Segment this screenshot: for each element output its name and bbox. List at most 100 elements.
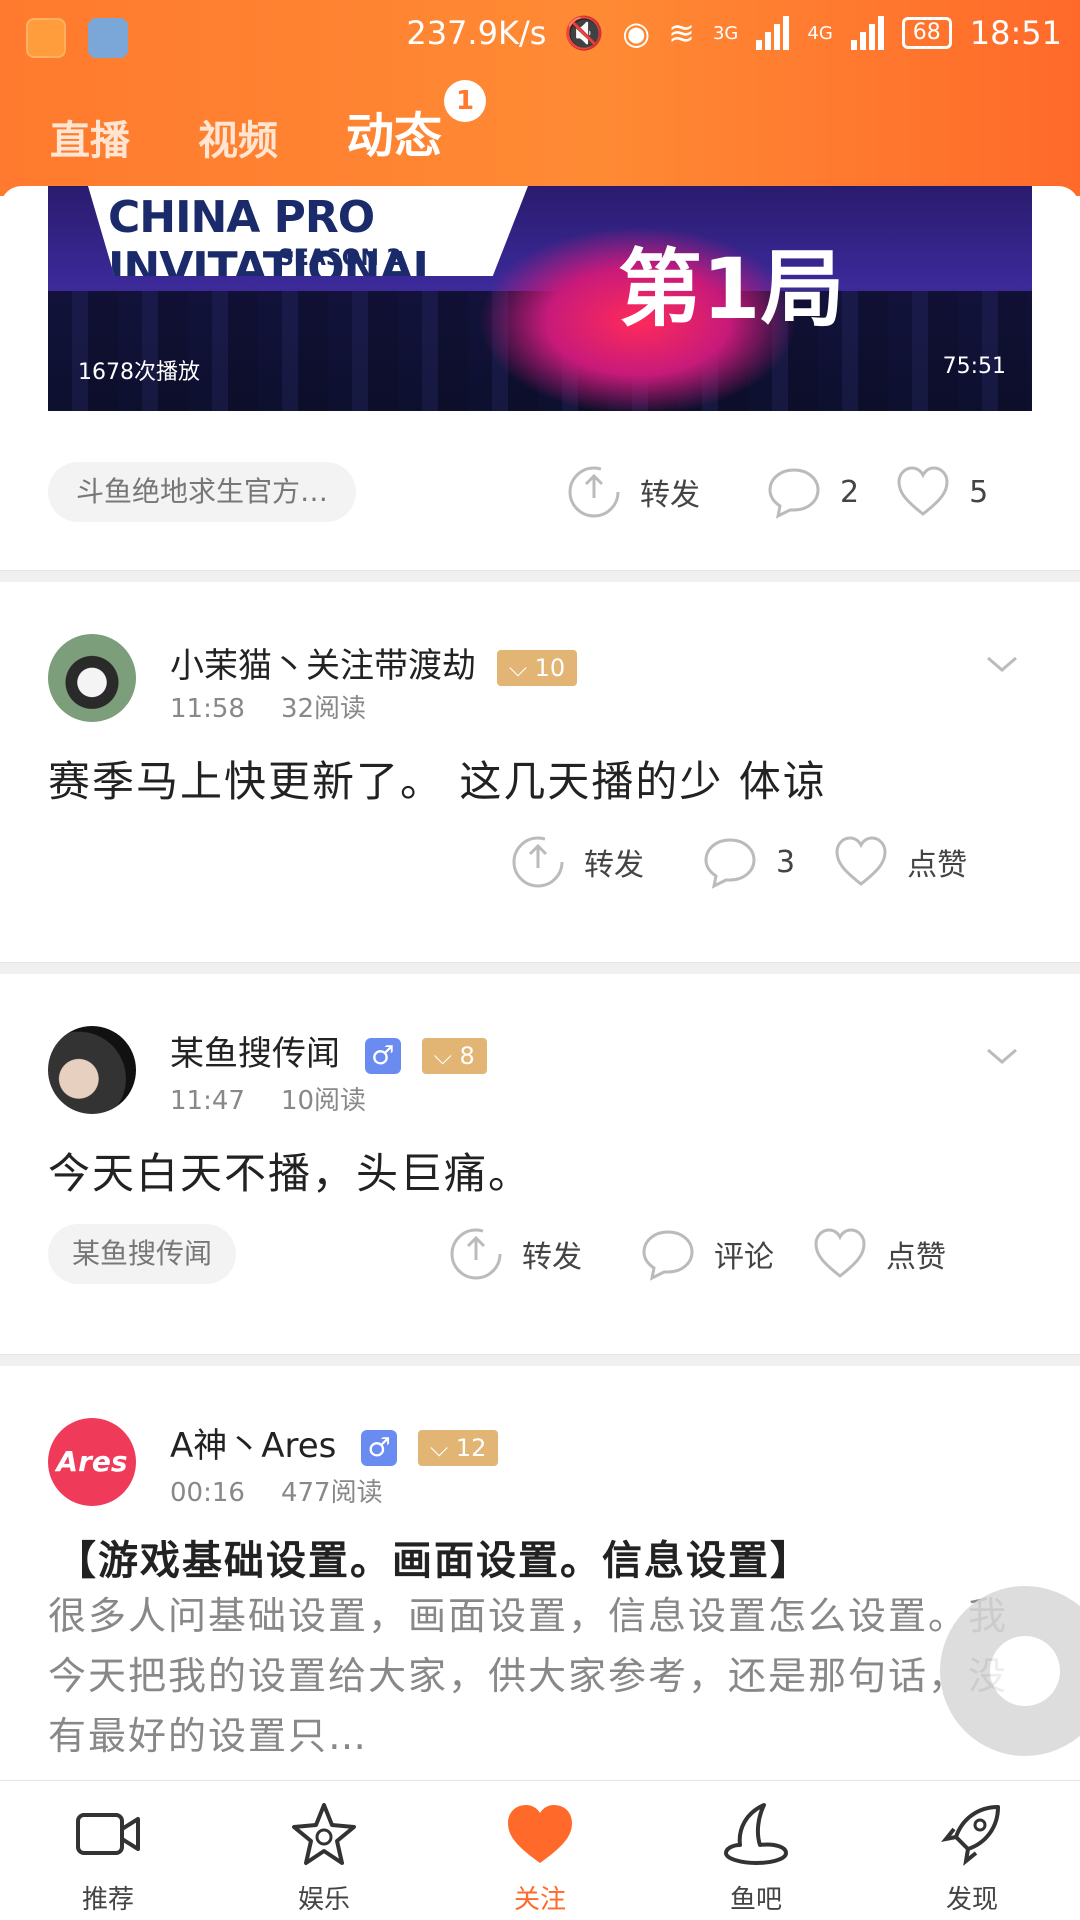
video-thumbnail[interactable]: CHINA PRO INVITATIONAL SEASON 2 第1局 1678…	[48, 186, 1032, 411]
share-icon	[450, 1228, 502, 1280]
nav-label: 发现	[945, 1885, 998, 1915]
comment-icon	[642, 1230, 694, 1281]
post-reads: 10阅读	[280, 1086, 367, 1116]
status-bar: 237.9K/s 🔇 ◉ ≋ 3G 4G 68 18:51	[0, 0, 1080, 76]
level-value: 8	[459, 1041, 475, 1070]
repost-label: 转发	[522, 1240, 582, 1275]
nav-recommend[interactable]: 推荐	[0, 1781, 216, 1920]
health-app-icon	[88, 18, 128, 58]
nav-follow[interactable]: 关注	[432, 1781, 648, 1920]
avatar[interactable]	[48, 634, 136, 722]
post-reads: 32阅读	[280, 694, 367, 724]
level-value: 12	[455, 1433, 487, 1462]
tab-live[interactable]: 直播	[50, 108, 130, 166]
comment-button[interactable]: 3	[702, 834, 795, 890]
nav-fishbar[interactable]: 鱼吧	[648, 1781, 864, 1920]
post-reads: 477阅读	[280, 1478, 383, 1508]
like-button[interactable]: 5	[895, 464, 988, 520]
comment-button[interactable]: 2	[766, 464, 859, 520]
comment-icon	[768, 468, 820, 519]
author-name: A神丶Ares	[170, 1426, 337, 1466]
signal-icon	[756, 16, 790, 50]
nav-label: 鱼吧	[729, 1885, 782, 1915]
source-tag[interactable]: 某鱼搜传闻	[48, 1224, 237, 1284]
share-icon	[512, 836, 564, 888]
feed-post: 小茉猫丶关注带渡劫 ⌵ 10 11:58 32阅读 赛季马上快更新了。 这几天播的…	[0, 582, 1080, 962]
source-tag[interactable]: 斗鱼绝地求生官方…	[48, 462, 357, 522]
wifi-icon: ≋	[668, 14, 695, 52]
header: 237.9K/s 🔇 ◉ ≋ 3G 4G 68 18:51 直播 视频 动态 1	[0, 0, 1080, 196]
feed-post: Ares A神丶Ares ♂ ⌵ 12 00:16 477阅读 【游戏基础设置。画…	[0, 1366, 1080, 1780]
author-name: 小茉猫丶关注带渡劫	[170, 646, 476, 686]
post-author[interactable]: A神丶Ares ♂ ⌵ 12	[170, 1418, 499, 1467]
like-count: 5	[969, 474, 989, 510]
share-icon	[568, 466, 620, 518]
like-button[interactable]: 点赞	[812, 1226, 946, 1282]
like-button[interactable]: 点赞	[833, 834, 967, 890]
signal-icon-2	[850, 16, 884, 50]
event-logo: CHINA PRO INVITATIONAL SEASON 2	[88, 186, 528, 276]
heart-outline-icon	[835, 836, 887, 886]
post-author[interactable]: 某鱼搜传闻 ♂ ⌵ 8	[170, 1026, 487, 1075]
post-meta: 00:16 477阅读	[170, 1472, 383, 1509]
repost-label: 转发	[584, 848, 644, 883]
nav-entertainment[interactable]: 娱乐	[216, 1781, 432, 1920]
avatar[interactable]: Ares	[48, 1418, 136, 1506]
notification-badge: 1	[444, 80, 487, 122]
bottom-navigation: 推荐 娱乐 关注 鱼吧 发现	[0, 1780, 1080, 1920]
comment-icon	[704, 838, 756, 889]
post-excerpt[interactable]: 很多人问基础设置，画面设置，信息设置怎么设置。我今天把我的设置给大家，供大家参考…	[48, 1586, 1008, 1766]
repost-button[interactable]: 转发	[566, 464, 700, 520]
post-title[interactable]: 【游戏基础设置。画面设置。信息设置】	[56, 1528, 812, 1586]
chevron-down-icon[interactable]	[982, 644, 1022, 684]
feed-post: 某鱼搜传闻 ♂ ⌵ 8 11:47 10阅读 今天白天不播，头巨痛。 某鱼搜传闻 …	[0, 974, 1080, 1354]
heart-icon	[508, 1805, 572, 1863]
repost-label: 转发	[640, 478, 700, 513]
mute-icon: 🔇	[564, 14, 605, 52]
post-time: 11:47	[170, 1086, 245, 1116]
event-logo-title: CHINA PRO INVITATIONAL	[108, 192, 441, 294]
tab-video[interactable]: 视频	[198, 108, 278, 166]
comment-count: 3	[776, 844, 796, 880]
app-notification-icon	[26, 18, 66, 58]
video-overlay-title: 第1局	[618, 240, 845, 338]
feed: CHINA PRO INVITATIONAL SEASON 2 第1局 1678…	[0, 186, 1080, 1780]
post-text[interactable]: 赛季马上快更新了。 这几天播的少 体谅	[48, 748, 827, 809]
tab-feed-label: 动态	[346, 108, 443, 164]
level-badge: ⌵ 10	[496, 649, 578, 686]
post-meta: 11:47 10阅读	[170, 1080, 366, 1117]
male-badge: ♂	[361, 1429, 398, 1466]
repost-button[interactable]: 转发	[510, 834, 644, 890]
post-text[interactable]: 今天白天不播，头巨痛。	[48, 1140, 532, 1201]
comment-label: 评论	[714, 1240, 774, 1275]
like-label: 点赞	[886, 1240, 946, 1275]
tab-feed[interactable]: 动态 1	[346, 80, 487, 166]
level-badge: ⌵ 12	[418, 1429, 499, 1466]
video-play-count: 1678次播放	[78, 360, 200, 385]
nav-discover[interactable]: 发现	[864, 1781, 1080, 1920]
avatar[interactable]	[48, 1026, 136, 1114]
video-duration: 75:51	[942, 354, 1006, 379]
like-label: 点赞	[907, 848, 968, 883]
heart-outline-icon	[897, 466, 949, 516]
heart-outline-icon	[814, 1228, 866, 1278]
nav-label: 关注	[513, 1885, 566, 1915]
post-author[interactable]: 小茉猫丶关注带渡劫 ⌵ 10	[170, 638, 578, 687]
fish-fin-icon	[724, 1803, 788, 1865]
repost-button[interactable]: 转发	[448, 1226, 582, 1282]
comment-count: 2	[840, 474, 860, 510]
clock: 18:51	[969, 14, 1062, 52]
comment-button[interactable]: 评论	[640, 1226, 774, 1282]
network-type-2: 4G	[807, 22, 833, 44]
section-divider	[0, 570, 1080, 582]
post-meta: 11:58 32阅读	[170, 688, 366, 725]
battery-icon: 68	[901, 17, 952, 49]
top-tabs: 直播 视频 动态 1	[50, 80, 487, 166]
author-name: 某鱼搜传闻	[170, 1034, 340, 1074]
rocket-icon	[941, 1805, 1000, 1866]
network-speed: 237.9K/s	[406, 14, 547, 52]
eye-icon: ◉	[622, 14, 651, 52]
post-time: 00:16	[170, 1478, 245, 1508]
chevron-down-icon[interactable]	[982, 1036, 1022, 1076]
level-badge: ⌵ 8	[421, 1037, 487, 1074]
